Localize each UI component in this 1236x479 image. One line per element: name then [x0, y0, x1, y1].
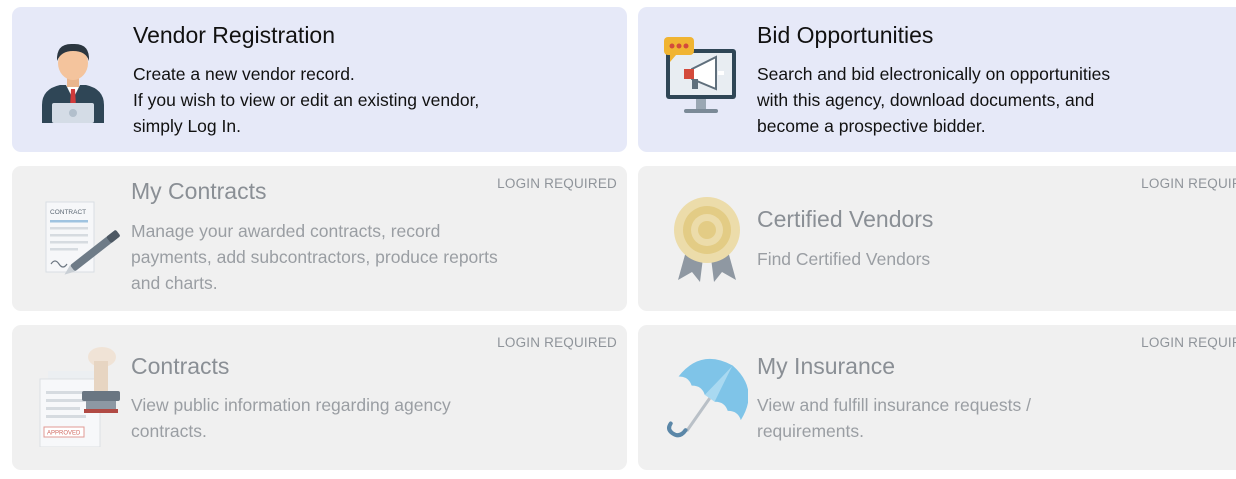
description-line: simply Log In. — [133, 116, 241, 136]
description-line: Search and bid electronically on opportu… — [757, 64, 1111, 84]
my-contracts-card[interactable]: CONTRACT LOGIN REQUIRED My Contracts Man… — [12, 166, 627, 311]
card-title: My Insurance — [757, 353, 896, 379]
vendor-registration-card[interactable]: Vendor Registration Create a new vendor … — [12, 7, 627, 152]
card-title: Contracts — [131, 353, 230, 379]
award-seal-icon — [674, 197, 740, 282]
my-insurance-card[interactable]: LOGIN REQUIRED My Insurance View and ful… — [638, 325, 1236, 470]
vendor-person-icon — [42, 43, 104, 123]
description-line: with this agency, download documents, an… — [757, 90, 1095, 110]
approved-stamp-icon: APPROVED — [39, 347, 120, 447]
description-line: View public information regarding agency — [131, 395, 451, 415]
icon-label: CONTRACT — [50, 209, 86, 216]
description-line: View and fulfill insurance requests / — [757, 395, 1031, 415]
login-required-badge: LOGIN REQUIRED — [497, 176, 617, 191]
card-description: Search and bid electronically on opportu… — [757, 61, 1110, 139]
login-required-badge: LOGIN REQUIRED — [1141, 335, 1236, 350]
megaphone-monitor-icon — [664, 37, 736, 113]
umbrella-icon — [667, 359, 748, 438]
card-title: Bid Opportunities — [757, 22, 934, 48]
contract-pen-icon: CONTRACT — [45, 201, 120, 275]
description-line: contracts. — [131, 421, 207, 441]
card-description: Create a new vendor record. If you wish … — [133, 61, 479, 139]
card-description: Manage your awarded contracts, record pa… — [131, 218, 498, 296]
description-line: Manage your awarded contracts, record — [131, 221, 441, 241]
description-line: payments, add subcontractors, produce re… — [131, 247, 498, 267]
description-line: requirements. — [757, 421, 864, 441]
login-required-badge: LOGIN REQUIRED — [497, 335, 617, 350]
description-line: become a prospective bidder. — [757, 116, 986, 136]
card-title: Vendor Registration — [133, 22, 336, 48]
card-title: My Contracts — [131, 178, 267, 204]
login-required-badge: LOGIN REQUIRED — [1141, 176, 1236, 191]
description-line: Create a new vendor record. — [133, 64, 355, 84]
icon-label: APPROVED — [47, 431, 81, 437]
description-line: Find Certified Vendors — [757, 249, 931, 269]
card-description: View public information regarding agency… — [131, 392, 451, 444]
bid-opportunities-card[interactable]: Bid Opportunities Search and bid electro… — [638, 7, 1236, 152]
card-title: Certified Vendors — [757, 206, 934, 232]
contracts-card[interactable]: APPROVED LOGIN REQUIRED Contracts View p… — [12, 325, 627, 470]
description-line: and charts. — [131, 273, 218, 293]
card-description: View and fulfill insurance requests / re… — [757, 392, 1031, 444]
description-line: If you wish to view or edit an existing … — [133, 90, 480, 110]
certified-vendors-card[interactable]: LOGIN REQUIRED Certified Vendors Find Ce… — [638, 166, 1236, 311]
card-description: Find Certified Vendors — [757, 246, 930, 272]
